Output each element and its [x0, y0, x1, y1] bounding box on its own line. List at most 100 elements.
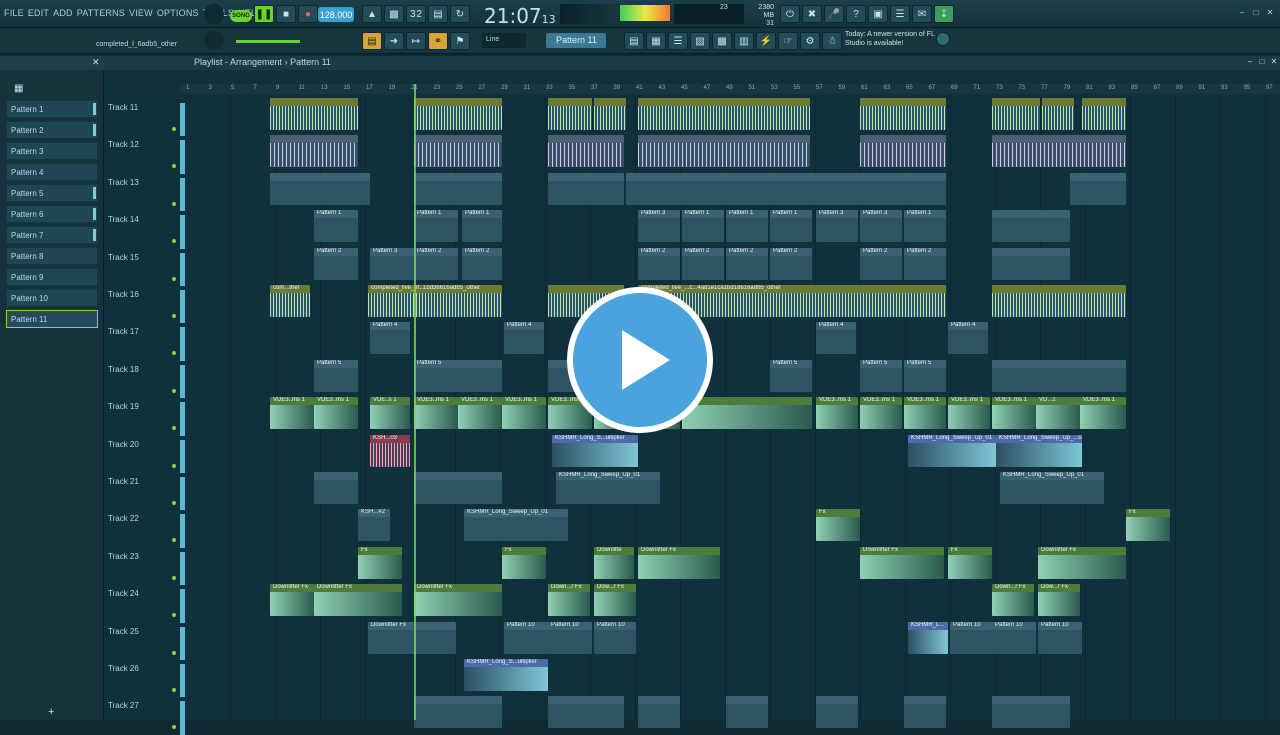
track-header[interactable]: Track 24 [108, 589, 174, 598]
playlist-clip[interactable] [992, 210, 1070, 243]
menu-add[interactable]: ADD [53, 8, 73, 18]
playlist-clip[interactable]: Pattern 10 [548, 621, 592, 654]
cart-icon[interactable]: ⚙ [800, 32, 820, 50]
step-edit-icon[interactable]: ▤ [428, 5, 448, 23]
playlist-clip[interactable] [860, 98, 946, 130]
picker-piano-icon[interactable]: ▦ [14, 83, 23, 94]
track-mute-led[interactable] [172, 463, 176, 468]
playlist-clip[interactable]: Fx [358, 546, 402, 579]
playlist-clip[interactable]: KSHMR_Long_Sweep_Up_01 [908, 434, 996, 467]
playlist-clip[interactable]: Downlifter Fx [414, 584, 502, 617]
playlist-clip[interactable]: Downlifter Fx [368, 621, 456, 654]
track-header[interactable]: Track 18 [108, 365, 174, 374]
track-mute-led[interactable] [172, 388, 176, 393]
playlist-clip[interactable]: Pattern 5 [414, 359, 502, 392]
pause-icon[interactable]: ❚❚ [254, 5, 274, 23]
playlist-clip[interactable]: VDE3..ms 1 [414, 397, 458, 430]
playlist-clip[interactable] [1082, 98, 1126, 130]
track-header[interactable]: Track 25 [108, 627, 174, 636]
playlist-clip[interactable] [638, 696, 680, 729]
track-header[interactable]: Track 13 [108, 178, 174, 187]
track-header[interactable]: Track 15 [108, 253, 174, 262]
track-mute-led[interactable] [172, 501, 176, 505]
playlist-clip[interactable]: KSHMR_Long_Sweep_Up_01 [556, 472, 660, 504]
playlist-clip[interactable] [414, 472, 502, 504]
playlist-clip[interactable]: KSHMR_Long_S...ultiplier [552, 434, 638, 467]
pitch-knob[interactable] [204, 31, 224, 49]
playlist-clip[interactable]: VDE3..ms 1 [458, 397, 502, 430]
playlist-clip[interactable] [314, 472, 358, 504]
playlist-clip[interactable]: VDE..s 1 [370, 397, 410, 430]
master-pitch-slider[interactable] [236, 40, 300, 43]
maximize-icon[interactable]: □ [1250, 8, 1262, 18]
track-mute-led[interactable] [172, 575, 176, 580]
recent-files-icon[interactable]: ☰ [890, 5, 910, 23]
track-mute-led[interactable] [172, 725, 176, 730]
playlist-clip[interactable]: Pattern 5 [860, 359, 902, 392]
playlist-clip[interactable]: KSHMR_Long_Sweep_Up_01 [464, 509, 568, 542]
wait-input-icon[interactable]: ▩ [384, 5, 404, 23]
menu-options[interactable]: OPTIONS [157, 8, 199, 18]
playlist-clip[interactable]: Pattern 4 [370, 322, 410, 355]
minimize-icon[interactable]: – [1236, 8, 1248, 18]
pattern-item-4[interactable]: Pattern 4 [6, 163, 98, 181]
track-header[interactable]: Track 16 [108, 290, 174, 299]
playlist-clip[interactable]: Pattern 10 [594, 621, 636, 654]
playlist-clip[interactable]: Pattern 2 [638, 247, 680, 280]
playlist-clip[interactable]: Downlifter Fx [1038, 546, 1126, 579]
help-icon[interactable]: ? [846, 5, 866, 23]
playlist-clip[interactable]: completed_live_frt..1bd36616adb5_other [368, 285, 502, 317]
playlist-clip[interactable] [992, 135, 1126, 168]
playlist-clip[interactable]: VDE3..ms 1 [270, 397, 314, 430]
track-mute-led[interactable] [172, 239, 176, 244]
playlist-clip[interactable]: Pattern 2 [414, 247, 458, 280]
playlist-clip[interactable]: Pattern 3 [816, 210, 858, 243]
track-mute-led[interactable] [172, 127, 176, 131]
playlist-clip[interactable] [1070, 172, 1126, 205]
playlist-clip[interactable]: Pattern 2 [770, 247, 812, 280]
templates-icon[interactable]: ▥ [734, 32, 754, 50]
pattern-item-6[interactable]: Pattern 6 [6, 205, 98, 223]
playlist-clip[interactable] [682, 397, 812, 430]
plug-icon[interactable]: ⚡ [756, 32, 776, 50]
track-mute-led[interactable] [172, 613, 176, 618]
playlist-clip[interactable] [414, 172, 502, 205]
countdown-icon[interactable]: 3 2 [406, 5, 426, 23]
playlist-clip[interactable] [548, 135, 624, 168]
playlist-clip[interactable]: Down...r Fx [548, 584, 590, 617]
track-mute-led[interactable] [172, 650, 176, 655]
playlist-close-icon[interactable]: ✕ [1268, 57, 1280, 67]
playlist-clip[interactable] [548, 696, 624, 729]
playlist-clip[interactable] [992, 285, 1126, 317]
playlist-clip[interactable] [726, 696, 768, 729]
playlist-clip[interactable]: Downlifte [594, 546, 634, 579]
playlist-clip[interactable]: Pattern 1 [770, 210, 812, 243]
playlist-clip[interactable] [816, 696, 858, 729]
pattern-item-3[interactable]: Pattern 3 [6, 142, 98, 160]
metronome-icon[interactable]: ▲ [362, 5, 382, 23]
pattern-item-7[interactable]: Pattern 7 [6, 226, 98, 244]
track-header[interactable]: Track 22 [108, 514, 174, 523]
playlist-clip[interactable]: Pattern 3 [860, 210, 902, 243]
playlist-clip[interactable] [860, 172, 946, 205]
download-icon[interactable]: ↧ [934, 5, 954, 23]
track-mute-led[interactable] [172, 201, 176, 206]
playlist-clip[interactable]: Pattern 2 [314, 247, 358, 280]
pattern-item-1[interactable]: Pattern 1 [6, 100, 98, 118]
pattern-item-5[interactable]: Pattern 5 [6, 184, 98, 202]
playlist-clip[interactable]: VDE3..ms 1 [502, 397, 546, 430]
playlist-clip[interactable]: Downlifter Fx [270, 584, 314, 617]
microphone-icon[interactable]: 🎤 [824, 5, 844, 23]
playlist-clip[interactable] [594, 98, 626, 130]
video-play-button[interactable] [567, 287, 713, 433]
pattern-item-9[interactable]: Pattern 9 [6, 268, 98, 286]
playlist-clip[interactable]: KSHMR_Long_Sweep_Up_01 [1000, 472, 1104, 504]
save-icon[interactable]: ▣ [868, 5, 888, 23]
tempo-tap-icon[interactable]: ✖ [802, 5, 822, 23]
playlist-clip[interactable]: com...ther [270, 285, 310, 317]
tempo-display[interactable]: 128.000 [318, 7, 354, 22]
track-header[interactable]: Track 11 [108, 103, 174, 112]
menu-file[interactable]: FILE [4, 8, 24, 18]
playlist-clip[interactable]: Fx [1126, 509, 1170, 542]
playlist-clip[interactable]: VDE3..ms 1 [816, 397, 858, 430]
